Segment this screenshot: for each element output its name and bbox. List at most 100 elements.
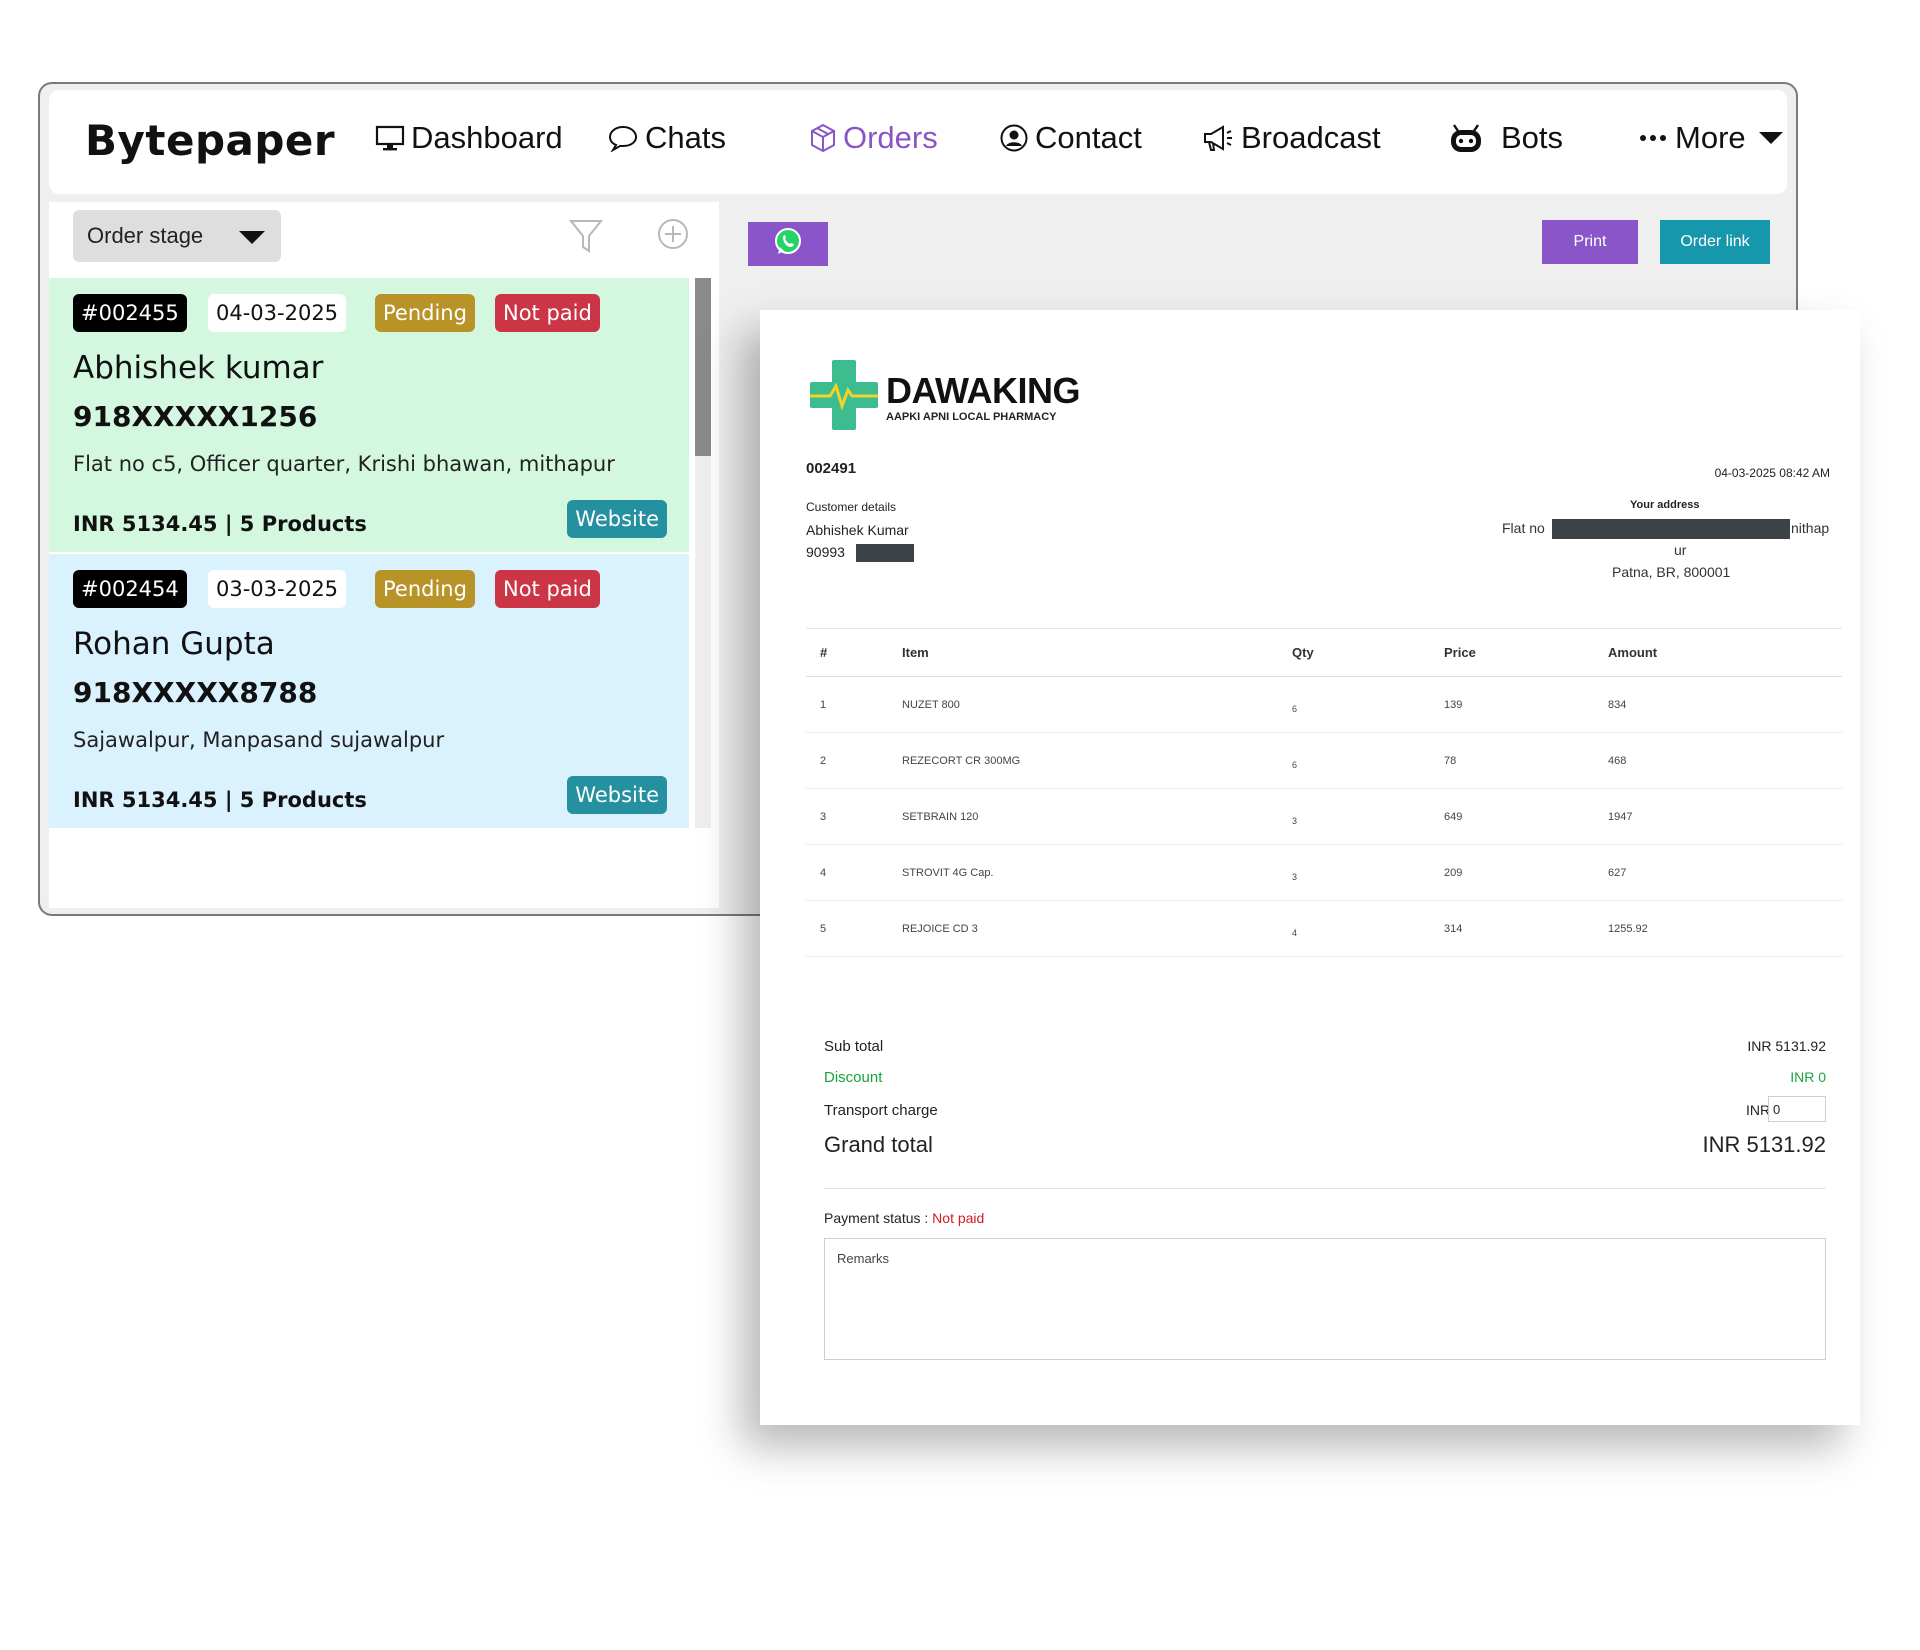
nav-dashboard-label: Dashboard: [411, 120, 563, 155]
cell-price: 314: [1444, 900, 1608, 957]
column-header: Price: [1444, 628, 1608, 677]
order-status-badge: Pending: [375, 294, 475, 332]
top-nav-bar: Bytepaper Dashboard Chats Orders Contact: [49, 90, 1787, 194]
cell-amount: 1947: [1608, 788, 1842, 845]
order-stage-label: Order stage: [87, 223, 204, 248]
invoice-number: 002491: [806, 460, 857, 477]
order-card[interactable]: #002454 03-03-2025 Pending Not paid Roha…: [49, 554, 689, 828]
order-total: INR 5134.45 | 5 Products: [73, 512, 367, 536]
chat-bubble-icon: [607, 124, 639, 152]
discount-value: INR 0: [1790, 1069, 1826, 1085]
order-list-panel: Order stage #002455 04-03-2025 Pending N…: [49, 202, 719, 908]
customer-name: Rohan Gupta: [73, 626, 275, 662]
cell-qty: 4: [1292, 900, 1444, 957]
payment-status-badge: Not paid: [495, 570, 600, 608]
cell-amount: 1255.92: [1608, 900, 1842, 957]
address-line-2: ur: [1674, 542, 1687, 558]
subtotal-value: INR 5131.92: [1747, 1038, 1826, 1054]
order-source-badge: Website: [567, 500, 667, 538]
payment-status-badge: Not paid: [495, 294, 600, 332]
print-button[interactable]: Print: [1542, 220, 1638, 264]
order-source-badge: Website: [567, 776, 667, 814]
address-line-1-tail: nithap: [1791, 520, 1830, 536]
robot-icon: [1447, 121, 1485, 155]
nav-broadcast[interactable]: Broadcast: [1201, 120, 1381, 156]
customer-address: Sajawalpur, Manpasand sujawalpur: [73, 728, 445, 752]
nav-more[interactable]: More: [1639, 120, 1784, 156]
customer-details-label: Customer details: [806, 500, 897, 514]
cell-amount: 468: [1608, 732, 1842, 789]
order-date-badge: 03-03-2025: [208, 570, 347, 608]
order-list-scrollbar[interactable]: [695, 278, 711, 828]
address-line-3: Patna, BR, 800001: [1612, 564, 1731, 580]
payment-status-value: Not paid: [932, 1210, 985, 1226]
nav-more-label: More: [1675, 120, 1746, 155]
invoice-customer-name: Abhishek Kumar: [806, 522, 909, 538]
redacted-phone-block: [856, 544, 914, 562]
transport-charge-input[interactable]: [1768, 1096, 1826, 1122]
nav-chats[interactable]: Chats: [607, 120, 726, 156]
dots-icon: [1639, 133, 1669, 143]
remarks-textarea[interactable]: [824, 1238, 1826, 1360]
column-header: Item: [902, 628, 1292, 677]
table-row: 2 REZECORT CR 300MG 6 78 468: [806, 732, 1842, 789]
cell-price: 78: [1444, 732, 1608, 789]
nav-orders[interactable]: Orders: [809, 120, 938, 156]
grand-total-label: Grand total: [824, 1132, 933, 1157]
filter-icon[interactable]: [568, 218, 604, 258]
column-header: #: [806, 628, 902, 677]
medical-cross-icon: [808, 358, 880, 437]
invoice-datetime: 04-03-2025 08:42 AM: [1714, 466, 1830, 480]
redacted-address-block: [1552, 519, 1790, 539]
invoice-sheet: DAWAKING AAPKI APNI LOCAL PHARMACY 00249…: [760, 310, 1860, 1425]
cell-index: 5: [806, 900, 902, 957]
megaphone-icon: [1201, 123, 1235, 153]
subtotal-label: Sub total: [824, 1038, 884, 1055]
whatsapp-icon: [773, 227, 803, 261]
table-row: 3 SETBRAIN 120 3 649 1947: [806, 788, 1842, 845]
caret-down-icon: [1758, 131, 1784, 145]
nav-contact[interactable]: Contact: [999, 120, 1142, 156]
nav-dashboard[interactable]: Dashboard: [375, 120, 563, 156]
invoice-customer-phone: 90993: [806, 544, 845, 560]
address-line-1: Flat no: [1502, 520, 1545, 536]
nav-broadcast-label: Broadcast: [1241, 120, 1381, 155]
pharmacy-tagline: AAPKI APNI LOCAL PHARMACY: [886, 410, 1057, 423]
cell-amount: 834: [1608, 676, 1842, 733]
caret-down-icon: [239, 231, 265, 244]
payment-status-line: Payment status : Not paid: [824, 1210, 984, 1226]
column-header: Qty: [1292, 628, 1444, 677]
cell-qty: 3: [1292, 788, 1444, 845]
order-link-button[interactable]: Order link: [1660, 220, 1770, 264]
column-header: Amount: [1608, 628, 1842, 677]
table-row: 4 STROVIT 4G Cap. 3 209 627: [806, 844, 1842, 901]
monitor-icon: [375, 124, 405, 152]
whatsapp-button[interactable]: [748, 222, 828, 266]
nav-bots[interactable]: Bots: [1447, 120, 1563, 156]
nav-contact-label: Contact: [1035, 120, 1142, 155]
nav-chats-label: Chats: [645, 120, 726, 155]
brand-logo: Bytepaper: [85, 116, 336, 165]
table-row: 1 NUZET 800 6 139 834: [806, 676, 1842, 733]
grand-total-value: INR 5131.92: [1702, 1132, 1826, 1157]
scrollbar-thumb[interactable]: [695, 278, 711, 456]
cell-qty: 3: [1292, 844, 1444, 901]
order-status-badge: Pending: [375, 570, 475, 608]
pharmacy-logo: DAWAKING AAPKI APNI LOCAL PHARMACY: [808, 358, 1081, 437]
add-circle-icon[interactable]: [657, 218, 689, 254]
order-stage-select[interactable]: Order stage: [73, 210, 281, 262]
order-card[interactable]: #002455 04-03-2025 Pending Not paid Abhi…: [49, 278, 689, 552]
invoice-items-table: # Item Qty Price Amount 1 NUZET 800 6 13…: [806, 628, 1842, 957]
cell-item: STROVIT 4G Cap.: [902, 844, 1292, 901]
cell-index: 3: [806, 788, 902, 845]
user-circle-icon: [999, 123, 1029, 153]
order-date-badge: 04-03-2025: [208, 294, 347, 332]
table-row: 5 REJOICE CD 3 4 314 1255.92: [806, 900, 1842, 957]
cell-item: REJOICE CD 3: [902, 900, 1292, 957]
discount-label: Discount: [824, 1069, 883, 1086]
cell-index: 4: [806, 844, 902, 901]
cell-price: 139: [1444, 676, 1608, 733]
cell-price: 209: [1444, 844, 1608, 901]
cell-qty: 6: [1292, 676, 1444, 733]
order-id-badge: #002455: [73, 294, 187, 332]
